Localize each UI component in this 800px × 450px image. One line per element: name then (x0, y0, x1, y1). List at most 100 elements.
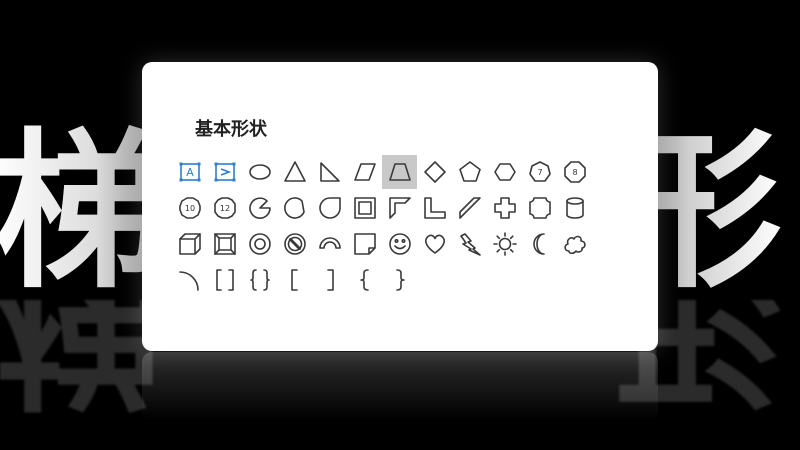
bevel-icon (213, 233, 236, 255)
plaque-shape[interactable] (522, 191, 557, 225)
shapes-grid: A 7 8 10 12 (172, 154, 622, 298)
parallelogram-icon (353, 163, 376, 181)
cloud-icon (563, 235, 586, 255)
svg-text:8: 8 (572, 168, 577, 177)
svg-text:A: A (186, 166, 194, 179)
shapes-row-2: 10 12 (172, 190, 622, 226)
cube-shape[interactable] (172, 227, 207, 261)
l-shape-icon (423, 197, 446, 219)
arc-icon (178, 271, 199, 291)
right-bracket-shape[interactable] (312, 263, 347, 297)
background-char-left: 梯 (0, 118, 164, 308)
text-box-shape[interactable]: A (172, 155, 207, 189)
cross-shape[interactable] (487, 191, 522, 225)
chord-icon (283, 197, 305, 219)
sun-shape[interactable] (487, 227, 522, 261)
right-bracket-icon (326, 269, 334, 291)
half-frame-icon (388, 197, 411, 219)
svg-text:10: 10 (184, 204, 194, 213)
cube-icon (178, 233, 201, 255)
block-arc-shape[interactable] (312, 227, 347, 261)
panel-reflection (142, 352, 658, 450)
left-brace-icon (359, 269, 369, 291)
bevel-shape[interactable] (207, 227, 242, 261)
right-brace-shape[interactable] (382, 263, 417, 297)
panel-title: 基本形状 (195, 119, 267, 140)
chord-shape[interactable] (277, 191, 312, 225)
double-bracket-icon (215, 269, 234, 291)
dodecagon-icon: 12 (213, 197, 236, 219)
shapes-row-1: A 7 8 (172, 154, 622, 190)
diagonal-stripe-icon (458, 197, 481, 219)
pie-shape[interactable] (242, 191, 277, 225)
background-char-left-reflection: 梯 (0, 300, 165, 420)
teardrop-shape[interactable] (312, 191, 347, 225)
no-symbol-shape[interactable] (277, 227, 312, 261)
decagon-icon: 10 (178, 197, 201, 219)
teardrop-icon (318, 197, 341, 219)
shapes-row-3 (172, 226, 622, 262)
svg-text:12: 12 (219, 204, 229, 213)
frame-icon (353, 197, 376, 219)
donut-icon (248, 233, 271, 255)
can-icon (565, 197, 584, 219)
oval-shape[interactable] (242, 155, 277, 189)
oval-icon (248, 164, 271, 180)
lightning-bolt-icon (459, 233, 481, 256)
diamond-icon (423, 161, 446, 183)
lightning-bolt-shape[interactable] (452, 227, 487, 261)
half-frame-shape[interactable] (382, 191, 417, 225)
moon-icon (532, 233, 545, 255)
text-box-icon: A (179, 162, 200, 182)
left-bracket-icon (290, 269, 298, 291)
right-triangle-shape[interactable] (312, 155, 347, 189)
plaque-icon (528, 197, 551, 219)
triangle-icon (283, 161, 306, 182)
smiley-face-icon (388, 233, 411, 255)
can-shape[interactable] (557, 191, 592, 225)
cross-icon (493, 197, 516, 219)
hexagon-icon (493, 163, 516, 181)
donut-shape[interactable] (242, 227, 277, 261)
trapezoid-icon (388, 163, 411, 181)
decagon-shape[interactable]: 10 (172, 191, 207, 225)
moon-shape[interactable] (522, 227, 557, 261)
triangle-shape[interactable] (277, 155, 312, 189)
arc-shape[interactable] (172, 263, 207, 297)
smiley-face-shape[interactable] (382, 227, 417, 261)
double-brace-shape[interactable] (242, 263, 277, 297)
cloud-shape[interactable] (557, 227, 592, 261)
frame-shape[interactable] (347, 191, 382, 225)
octagon-shape[interactable]: 8 (557, 155, 592, 189)
heptagon-icon: 7 (528, 161, 551, 182)
shapes-row-4 (172, 262, 622, 298)
heart-icon (424, 234, 445, 254)
left-bracket-shape[interactable] (277, 263, 312, 297)
double-bracket-shape[interactable] (207, 263, 242, 297)
right-brace-icon (395, 269, 405, 291)
heart-shape[interactable] (417, 227, 452, 261)
octagon-icon: 8 (563, 161, 586, 183)
trapezoid-shape[interactable] (382, 155, 417, 189)
pentagon-shape[interactable] (452, 155, 487, 189)
diamond-shape[interactable] (417, 155, 452, 189)
double-brace-icon (249, 269, 270, 291)
heptagon-shape[interactable]: 7 (522, 155, 557, 189)
l-shape-shape[interactable] (417, 191, 452, 225)
vertical-text-box-icon (214, 162, 235, 182)
left-brace-shape[interactable] (347, 263, 382, 297)
block-arc-icon (318, 237, 341, 249)
dodecagon-shape[interactable]: 12 (207, 191, 242, 225)
parallelogram-shape[interactable] (347, 155, 382, 189)
vertical-text-box-shape[interactable] (207, 155, 242, 189)
sun-icon (492, 232, 517, 256)
diagonal-stripe-shape[interactable] (452, 191, 487, 225)
hexagon-shape[interactable] (487, 155, 522, 189)
no-symbol-icon (283, 233, 306, 255)
folded-corner-shape[interactable] (347, 227, 382, 261)
folded-corner-icon (353, 233, 376, 255)
pentagon-icon (458, 161, 481, 182)
right-triangle-icon (319, 162, 340, 182)
pie-icon (248, 197, 271, 219)
svg-text:7: 7 (537, 168, 542, 177)
